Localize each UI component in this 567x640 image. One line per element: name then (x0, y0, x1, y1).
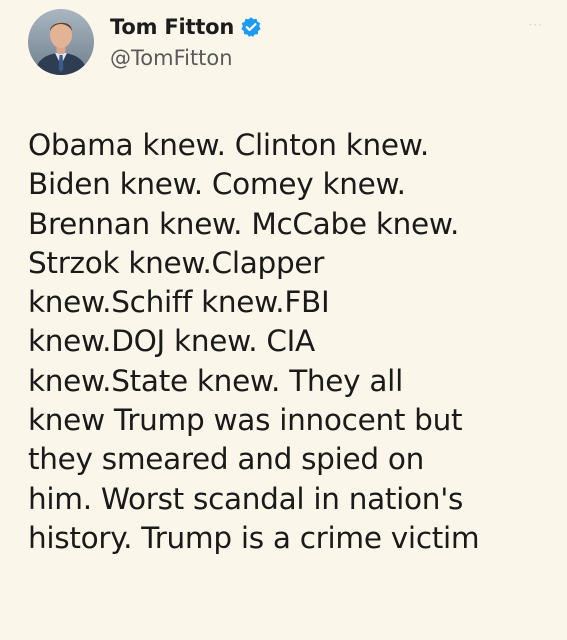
tweet-text-line: Brennan knew. McCabe knew. (28, 206, 460, 241)
tweet-text-line: Obama knew. Clinton knew. (28, 128, 429, 162)
tweet-text-line: knew.Schiff knew.FBI (28, 285, 330, 320)
tweet-text-line: him. Worst scandal in nation's (28, 481, 464, 516)
tweet-text-line: knew.State knew. They all (28, 363, 403, 398)
tweet-text-line: knew Trump was innocent but (28, 403, 463, 438)
name-row: Tom Fitton (110, 11, 262, 43)
tweet-text-line: they smeared and spied on (28, 442, 424, 477)
tweet-text-line: Strzok knew.Clapper (28, 245, 325, 280)
tweet-card: Tom Fitton @TomFitton ··· Obama knew. Cl… (0, 0, 567, 640)
profile-photo-icon (28, 9, 94, 75)
verified-badge-icon (240, 16, 262, 38)
tweet-header: Tom Fitton @TomFitton (28, 6, 262, 78)
author-names: Tom Fitton @TomFitton (110, 11, 262, 73)
tweet-text-line: history. Trump is a crime victim (28, 520, 480, 555)
avatar[interactable] (28, 9, 94, 75)
tweet-text-line: Biden knew. Comey knew. (28, 167, 406, 202)
author-handle[interactable]: @TomFitton (110, 43, 262, 73)
tweet-text-line: knew.DOJ knew. CIA (28, 324, 315, 359)
more-options-icon[interactable]: ··· (529, 18, 543, 32)
tweet-text: Obama knew. Clinton knew. Biden knew. Co… (28, 126, 563, 558)
author-display-name[interactable]: Tom Fitton (110, 15, 234, 39)
